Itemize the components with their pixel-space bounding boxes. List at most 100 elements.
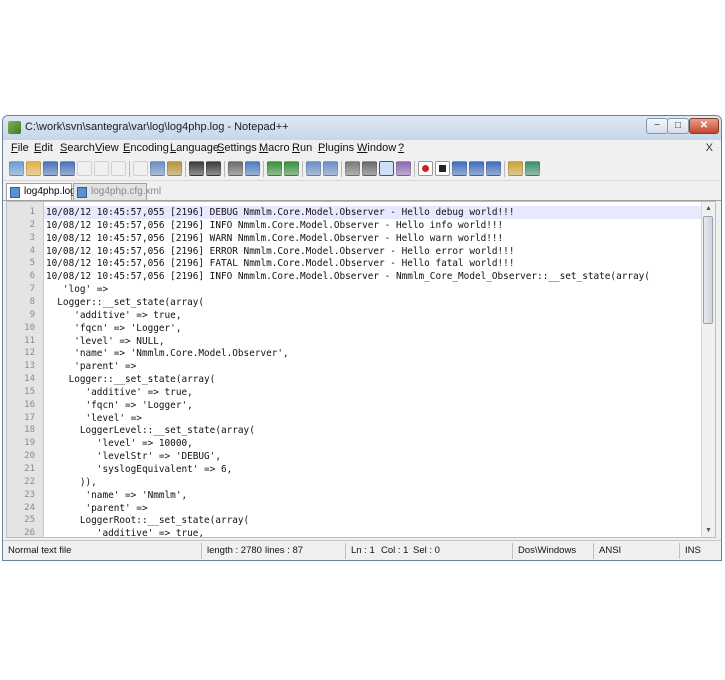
show-all-chars-icon[interactable]: [362, 161, 377, 176]
menu-window[interactable]: Window: [357, 142, 396, 154]
print-icon[interactable]: [111, 161, 126, 176]
stop-macro-icon[interactable]: [435, 161, 450, 176]
word-wrap-icon[interactable]: [345, 161, 360, 176]
code-line[interactable]: Logger::__set_state(array(: [44, 296, 701, 309]
code-line[interactable]: 'name' => 'Nmmlm',: [44, 489, 701, 502]
code-area[interactable]: 10/08/12 10:45:57,055 [2196] DEBUG Nmmlm…: [44, 202, 701, 537]
status-length: length : 2780: [207, 545, 262, 556]
menu-search[interactable]: Search: [60, 142, 95, 154]
redo-icon[interactable]: [206, 161, 221, 176]
code-line-text: 10/08/12 10:45:57,055 [2196] DEBUG Nmmlm…: [46, 207, 515, 218]
code-line[interactable]: 'level' => 10000,: [44, 437, 701, 450]
code-line-text: Logger::__set_state(array(: [46, 296, 205, 308]
code-line[interactable]: LoggerRoot::__set_state(array(: [44, 514, 701, 527]
menu-macro[interactable]: Macro: [259, 142, 290, 154]
code-line[interactable]: 'additive' => true,: [44, 309, 701, 322]
monitor-icon[interactable]: [508, 161, 523, 176]
code-line[interactable]: 'additive' => true,: [44, 527, 701, 537]
zoom-out-icon[interactable]: [284, 161, 299, 176]
paste-icon[interactable]: [167, 161, 182, 176]
code-line[interactable]: 'syslogEquivalent' => 6,: [44, 463, 701, 476]
open-file-icon[interactable]: [26, 161, 41, 176]
tab-log4php-cfg-xml[interactable]: log4php.cfg.xml: [73, 183, 161, 200]
sync-vertical-icon[interactable]: [306, 161, 321, 176]
code-line-text: 10/08/12 10:45:57,056 [2196] ERROR Nmmlm…: [46, 245, 515, 257]
code-line[interactable]: )),: [44, 476, 701, 489]
code-line[interactable]: 'parent' =>: [44, 360, 701, 373]
code-line[interactable]: Logger::__set_state(array(: [44, 373, 701, 386]
menu-language[interactable]: Language: [170, 142, 219, 154]
line-number: 12: [24, 348, 35, 359]
play-multiple-icon[interactable]: [469, 161, 484, 176]
line-number: 22: [24, 476, 35, 487]
code-line-text: LoggerRoot::__set_state(array(: [46, 515, 250, 527]
cut-icon[interactable]: [133, 161, 148, 176]
code-line[interactable]: 'additive' => true,: [44, 386, 701, 399]
text-editor[interactable]: 1 2 3 4 5 6 7 8 9 10 11 12 13 14 15 16 17 18 19 20 21 22 23 24 2…: [6, 201, 716, 538]
code-line[interactable]: 'level' => NULL,: [44, 335, 701, 348]
code-line[interactable]: 'levelStr' => 'DEBUG',: [44, 450, 701, 463]
window-title: C:\work\svn\santegra\var\log\log4php.log…: [25, 121, 289, 133]
code-line[interactable]: 10/08/12 10:45:57,055 [2196] DEBUG Nmmlm…: [44, 206, 701, 219]
code-line[interactable]: 10/08/12 10:45:57,056 [2196] ERROR Nmmlm…: [44, 245, 701, 258]
tab-log4php-log[interactable]: log4php.log: [6, 183, 76, 200]
code-line[interactable]: 10/08/12 10:45:57,056 [2196] INFO Nmmlm.…: [44, 219, 701, 232]
find-icon[interactable]: [228, 161, 243, 176]
menu-encoding[interactable]: Encoding: [123, 142, 169, 154]
maximize-button[interactable]: □: [667, 118, 689, 134]
undo-icon[interactable]: [189, 161, 204, 176]
code-line-text: 10/08/12 10:45:57,056 [2196] FATAL Nmmlm…: [46, 258, 515, 270]
code-line[interactable]: 10/08/12 10:45:57,056 [2196] FATAL Nmmlm…: [44, 257, 701, 270]
code-line[interactable]: 'log' =>: [44, 283, 701, 296]
menu-view[interactable]: View: [95, 142, 119, 154]
close-all-icon[interactable]: [94, 161, 109, 176]
menu-plugins[interactable]: Plugins: [318, 142, 354, 154]
code-line[interactable]: 'fqcn' => 'Logger',: [44, 322, 701, 335]
indent-guide-icon[interactable]: [379, 161, 394, 176]
line-number: 13: [24, 361, 35, 372]
menu-help[interactable]: ?: [398, 142, 404, 154]
code-line[interactable]: LoggerLevel::__set_state(array(: [44, 424, 701, 437]
scroll-thumb[interactable]: [703, 216, 713, 324]
copy-icon[interactable]: [150, 161, 165, 176]
code-line[interactable]: 'name' => 'Nmmlm.Core.Model.Observer',: [44, 347, 701, 360]
code-line[interactable]: 10/08/12 10:45:57,056 [2196] INFO Nmmlm.…: [44, 270, 701, 283]
code-line-text: 'log' =>: [46, 284, 109, 296]
user-lang-icon[interactable]: [396, 161, 411, 176]
code-line-text: 'level' => NULL,: [46, 335, 165, 347]
zoom-in-icon[interactable]: [267, 161, 282, 176]
line-number: 1: [29, 207, 35, 217]
code-line[interactable]: 'level' =>: [44, 412, 701, 425]
close-document-button[interactable]: X: [706, 142, 713, 154]
menu-settings[interactable]: Settings: [217, 142, 257, 154]
close-button[interactable]: ✕: [689, 118, 719, 134]
vertical-scrollbar[interactable]: ▲ ▼: [701, 202, 715, 537]
code-line-text: 'name' => 'Nmmlm.Core.Model.Observer',: [46, 348, 289, 360]
sync-horizontal-icon[interactable]: [323, 161, 338, 176]
code-line[interactable]: 'parent' =>: [44, 502, 701, 515]
code-line-text: 'level' => 10000,: [46, 438, 193, 450]
menu-edit[interactable]: Edit: [34, 142, 53, 154]
title-bar[interactable]: C:\work\svn\santegra\var\log\log4php.log…: [3, 116, 721, 141]
new-file-icon[interactable]: [9, 161, 24, 176]
minimize-button[interactable]: −: [646, 118, 668, 134]
save-macro-icon[interactable]: [486, 161, 501, 176]
line-number: 17: [24, 412, 35, 423]
record-macro-icon[interactable]: [418, 161, 433, 176]
code-line[interactable]: 10/08/12 10:45:57,056 [2196] WARN Nmmlm.…: [44, 232, 701, 245]
menu-run[interactable]: Run: [292, 142, 312, 154]
replace-icon[interactable]: [245, 161, 260, 176]
line-number: 6: [29, 271, 35, 282]
save-all-icon[interactable]: [60, 161, 75, 176]
line-number: 25: [24, 515, 35, 526]
scroll-up-arrow-icon[interactable]: ▲: [702, 202, 715, 215]
status-lines: lines : 87: [265, 545, 304, 556]
code-line[interactable]: 'fqcn' => 'Logger',: [44, 399, 701, 412]
play-macro-icon[interactable]: [452, 161, 467, 176]
menu-file[interactable]: File: [11, 142, 29, 154]
status-sel: Sel : 0: [413, 545, 440, 556]
save-icon[interactable]: [43, 161, 58, 176]
spell-check-icon[interactable]: [525, 161, 540, 176]
scroll-down-arrow-icon[interactable]: ▼: [702, 524, 715, 537]
close-file-icon[interactable]: [77, 161, 92, 176]
